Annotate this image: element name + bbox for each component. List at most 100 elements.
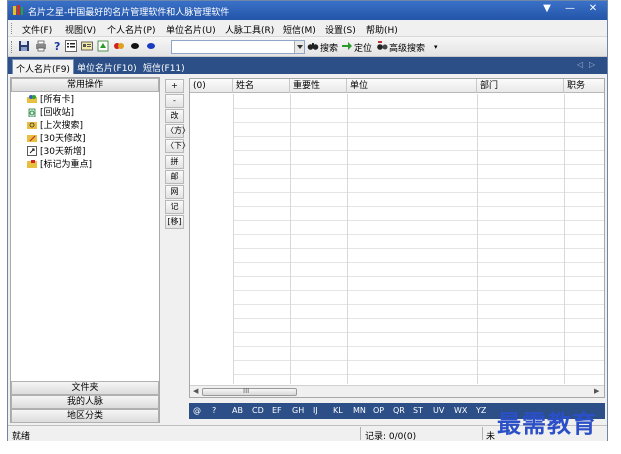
save-icon[interactable] — [18, 40, 30, 52]
toolbar: ? 搜索 定位 高级搜索 ▾ — [8, 37, 607, 57]
window-menu-button[interactable]: ▼ — [536, 1, 558, 18]
menu-company-card[interactable]: 单位名片(U) — [166, 23, 216, 36]
alpha-other[interactable]: ? — [212, 406, 216, 415]
edit-folder-icon — [27, 135, 37, 142]
tab-next-icon[interactable]: ▷ — [589, 60, 595, 69]
menu-view[interactable]: 视图(V) — [65, 23, 96, 36]
alpha-qr[interactable]: QR — [393, 406, 405, 415]
horizontal-scrollbar[interactable]: ◀ III ▶ — [190, 385, 604, 397]
binoculars-icon[interactable] — [307, 40, 319, 52]
flag-folder-icon — [27, 160, 37, 168]
menu-grip[interactable] — [11, 23, 14, 34]
alpha-mn[interactable]: MN — [353, 406, 366, 415]
tree-item-last-search[interactable]: [上次搜索] — [27, 120, 83, 132]
scroll-thumb[interactable]: III — [202, 387, 297, 396]
alpha-wx[interactable]: WX — [454, 406, 467, 415]
column-importance[interactable]: 重要性 — [290, 79, 347, 93]
tree-item-marked-important[interactable]: [标记为重点] — [27, 159, 92, 171]
close-button[interactable]: ✕ — [582, 1, 604, 18]
tab-strip: 个人名片(F9) 单位名片(F10) 短信(F11) ◁ ▷ — [8, 57, 607, 75]
export-icon[interactable] — [97, 40, 109, 52]
link-icon[interactable] — [113, 40, 125, 52]
note-button[interactable]: 记 — [165, 200, 184, 214]
toolbar-grip[interactable] — [11, 41, 14, 53]
advanced-search-icon[interactable] — [376, 40, 388, 52]
remove-button[interactable]: - — [165, 94, 184, 108]
card-grid[interactable]: (0) 姓名 重要性 单位 部门 职务 ◀ III ▶ — [189, 78, 605, 398]
status-separator — [482, 427, 483, 440]
left-panel: 常用操作 [所有卡] [回收站] [上次搜索] [30天修改] [30天新增] … — [10, 77, 160, 423]
dot-blue-icon[interactable] — [145, 40, 157, 52]
alpha-cd[interactable]: CD — [252, 406, 264, 415]
menu-help[interactable]: 帮助(H) — [366, 23, 398, 36]
help-icon[interactable]: ? — [51, 40, 63, 52]
dot-black-icon[interactable] — [129, 40, 141, 52]
search-combo[interactable] — [171, 40, 305, 54]
relocate-button[interactable]: [移] — [165, 215, 184, 229]
tab-sms[interactable]: 短信(F11) — [140, 59, 188, 74]
svg-text:?: ? — [54, 40, 60, 52]
tab-personal-card[interactable]: 个人名片(F9) — [12, 59, 74, 75]
status-separator — [360, 427, 361, 440]
scroll-right-icon[interactable]: ▶ — [594, 387, 599, 395]
grid-rows — [233, 94, 604, 384]
alpha-uv[interactable]: UV — [433, 406, 444, 415]
tree-item-recycle-bin[interactable]: [回收站] — [27, 107, 74, 119]
recycle-icon — [28, 108, 36, 117]
tree-item-label: [回收站] — [40, 108, 75, 118]
alpha-op[interactable]: OP — [373, 406, 384, 415]
tree-item-label: [30天新增] — [40, 147, 86, 157]
toolbar-overflow-icon[interactable]: ▾ — [434, 43, 438, 51]
web-button[interactable]: 网 — [165, 185, 184, 199]
alpha-ab[interactable]: AB — [232, 406, 243, 415]
alpha-yz[interactable]: YZ — [476, 406, 486, 415]
tree-item-label: [标记为重点] — [40, 160, 93, 170]
common-actions-header[interactable]: 常用操作 — [11, 78, 159, 92]
section-region[interactable]: 地区分类 — [11, 409, 159, 423]
email-button[interactable]: 邮 — [165, 170, 184, 184]
tab-company-card[interactable]: 单位名片(F10) — [74, 59, 140, 74]
section-folders[interactable]: 文件夹 — [11, 381, 159, 395]
grid-header: (0) 姓名 重要性 单位 部门 职务 — [190, 79, 604, 93]
window-title: 名片之星-中国最好的名片管理软件和人脉管理软件 — [28, 8, 230, 18]
column-count[interactable]: (0) — [190, 79, 233, 93]
search-button-label[interactable]: 搜索 — [320, 41, 338, 54]
menu-file[interactable]: 文件(F) — [22, 23, 52, 36]
list-view-icon[interactable] — [65, 40, 77, 52]
menu-network-tools[interactable]: 人脉工具(R) — [225, 23, 274, 36]
alpha-kl[interactable]: KL — [333, 406, 343, 415]
menu-settings[interactable]: 设置(S) — [325, 23, 356, 36]
card-view-icon[interactable] — [81, 40, 93, 52]
alpha-at[interactable]: @ — [193, 406, 201, 415]
print-icon[interactable] — [35, 40, 47, 52]
column-company[interactable]: 单位 — [347, 79, 477, 93]
alpha-ef[interactable]: EF — [272, 406, 282, 415]
tree-item-label: [所有卡] — [40, 95, 75, 105]
menu-sms[interactable]: 短信(M) — [283, 23, 316, 36]
tree-item-30-day-modified[interactable]: [30天修改] — [27, 133, 85, 145]
alpha-gh[interactable]: GH — [292, 406, 304, 415]
pinyin-button[interactable]: 拼 — [165, 155, 184, 169]
move-down-button[interactable]: 〈下〉 — [165, 139, 190, 153]
column-department[interactable]: 部门 — [477, 79, 564, 93]
column-name[interactable]: 姓名 — [233, 79, 290, 93]
scroll-left-icon[interactable]: ◀ — [193, 387, 198, 395]
column-title[interactable]: 职务 — [564, 79, 604, 93]
tree-item-all-cards[interactable]: [所有卡] — [27, 94, 74, 106]
move-up-button[interactable]: 〈方〉 — [165, 124, 190, 138]
section-my-network[interactable]: 我的人脉 — [11, 395, 159, 409]
title-bar[interactable]: 名片之星-中国最好的名片管理软件和人脉管理软件 ▼ — ✕ — [8, 1, 607, 20]
tree-item-30-day-new[interactable]: [30天新增] — [27, 146, 85, 158]
add-button[interactable]: + — [165, 79, 184, 93]
edit-button[interactable]: 改 — [165, 109, 184, 123]
alpha-st[interactable]: ST — [413, 406, 423, 415]
locate-button-label[interactable]: 定位 — [354, 41, 372, 54]
folder-people-icon — [27, 95, 37, 103]
tab-prev-icon[interactable]: ◁ — [577, 60, 583, 69]
chevron-down-icon[interactable] — [294, 41, 304, 53]
advanced-search-label[interactable]: 高级搜索 — [389, 41, 425, 54]
minimize-button[interactable]: — — [559, 1, 581, 18]
alpha-ij[interactable]: IJ — [313, 406, 318, 415]
menu-personal-card[interactable]: 个人名片(P) — [107, 23, 155, 36]
arrow-right-icon[interactable] — [341, 40, 353, 52]
